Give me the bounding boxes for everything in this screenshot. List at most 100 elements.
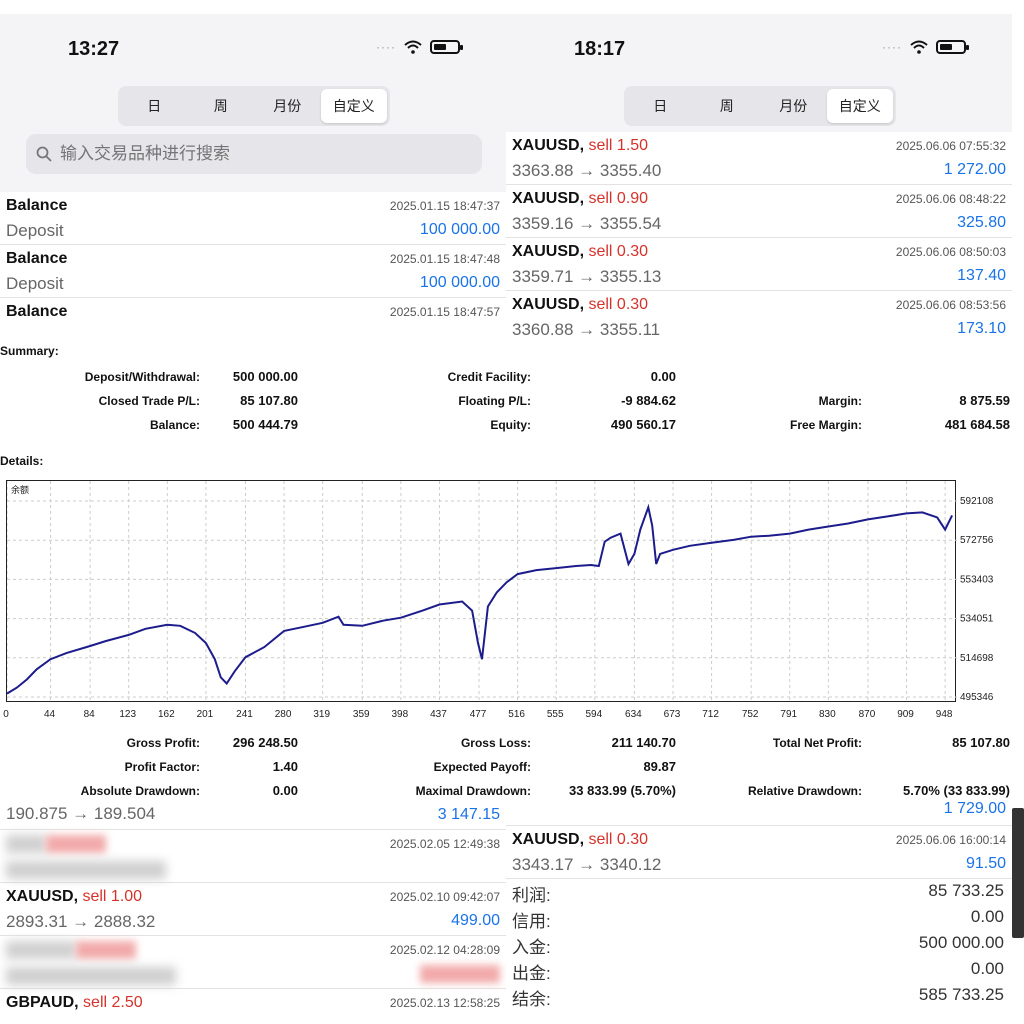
status-bar: 13:27 ···· <box>0 14 506 86</box>
list-item[interactable]: XAUUSD, sell 1.50 3363.88 → 3355.40 2025… <box>506 132 1012 185</box>
tab-week[interactable]: 周 <box>694 89 761 123</box>
left-phone-panel: 13:27 ···· 日 周 月份 自定义 Balance Deposit 20… <box>0 14 506 344</box>
list-item[interactable]: Balance 2025.01.15 18:47:57 <box>0 298 506 344</box>
row-time: 2025.02.10 09:42:07 <box>389 890 500 904</box>
status-icons: ···· <box>882 40 969 54</box>
bottom-right-panel: 1 729.00 XAUUSD, sell 0.30 3343.17 → 334… <box>506 800 1012 1024</box>
x-tick-label: 752 <box>742 709 759 720</box>
x-tick-label: 516 <box>508 709 525 720</box>
list-item[interactable]: 190.875 → 189.504 3 147.15 <box>0 800 506 830</box>
deal-list: XAUUSD, sell 1.50 3363.88 → 3355.40 2025… <box>506 132 1012 344</box>
row-time: 2025.01.15 18:47:48 <box>389 252 500 266</box>
signal-icon: ···· <box>376 40 396 54</box>
row-value: 100 000.00 <box>419 274 500 291</box>
row-prices-blurred <box>6 859 166 879</box>
tab-week[interactable]: 周 <box>188 89 255 123</box>
row-value: 173.10 <box>957 320 1006 337</box>
closed-trade-pl-label: Closed Trade P/L: <box>98 394 200 408</box>
list-item[interactable]: 2025.02.05 12:49:38 <box>0 830 506 883</box>
row-title: XAUUSD, sell 1.00 <box>6 888 142 906</box>
scrollbar[interactable] <box>1012 808 1024 938</box>
x-tick-label: 280 <box>275 709 292 720</box>
row-symbol: XAUUSD, <box>512 243 585 260</box>
list-item[interactable]: XAUUSD, sell 0.90 3359.16 → 3355.54 2025… <box>506 185 1012 238</box>
summary-label: 结余: <box>512 990 551 1009</box>
x-tick-label: 241 <box>236 709 253 720</box>
summary-value: 0.00 <box>970 907 1004 926</box>
wifi-icon <box>910 40 928 54</box>
margin-label: Margin: <box>818 394 862 408</box>
list-item[interactable]: XAUUSD, sell 0.30 3359.71 → 3355.13 2025… <box>506 238 1012 291</box>
x-tick-label: 162 <box>158 709 175 720</box>
row-title: XAUUSD, sell 0.30 <box>512 296 648 314</box>
row-side: sell 1.00 <box>82 888 143 905</box>
x-tick-label: 477 <box>470 709 487 720</box>
tab-custom[interactable]: 自定义 <box>826 89 893 123</box>
deposit-withdrawal-value: 500 000.00 <box>232 369 298 384</box>
gross-loss-label: Gross Loss: <box>460 736 531 750</box>
status-time: 18:17 <box>574 38 626 60</box>
row-side: sell 2.50 <box>83 994 143 1011</box>
row-subtitle: Deposit <box>6 274 64 293</box>
floating-pl-label: Floating P/L: <box>458 394 531 408</box>
profit-factor-label: Profit Factor: <box>124 760 200 774</box>
x-tick-label: 437 <box>430 709 447 720</box>
period-segmented-control: 日 周 月份 自定义 <box>624 86 896 126</box>
profit-factor-value: 1.40 <box>272 759 298 774</box>
list-item[interactable]: 1 729.00 <box>506 800 1012 826</box>
list-item[interactable]: XAUUSD, sell 0.30 3343.17 → 3340.12 2025… <box>506 826 1012 879</box>
list-item[interactable]: XAUUSD, sell 0.30 3360.88 → 3355.11 2025… <box>506 291 1012 344</box>
row-prices: 2893.31 → 2888.32 <box>6 912 156 931</box>
credit-facility-label: Credit Facility: <box>447 370 531 384</box>
tab-day[interactable]: 日 <box>627 89 694 123</box>
row-title: GBPAUD, sell 2.50 <box>6 994 143 1012</box>
summary-value: 0.00 <box>970 959 1004 978</box>
tab-day[interactable]: 日 <box>121 89 188 123</box>
x-tick-label: 44 <box>44 709 56 720</box>
gross-loss-value: 211 140.70 <box>611 735 676 750</box>
search-icon <box>36 146 52 162</box>
x-tick-label: 555 <box>547 709 564 720</box>
row-value: 91.50 <box>965 855 1006 872</box>
free-margin-label: Free Margin: <box>789 418 862 432</box>
search-input[interactable] <box>60 144 460 164</box>
row-subtitle: Deposit <box>6 221 64 240</box>
x-tick-label: 319 <box>313 709 330 720</box>
x-tick-label: 398 <box>392 709 409 720</box>
maximal-drawdown-label: Maximal Drawdown: <box>415 784 531 798</box>
row-time: 2025.06.06 08:50:03 <box>895 245 1006 259</box>
list-item[interactable]: 2025.02.12 04:28:09 <box>0 936 506 989</box>
tab-custom[interactable]: 自定义 <box>320 89 387 123</box>
list-item[interactable]: Balance Deposit 2025.01.15 18:47:48 100 … <box>0 245 506 298</box>
row-symbol: XAUUSD, <box>6 888 79 905</box>
summary-row-balance: 结余: 585 733.25 <box>506 983 1012 1009</box>
row-title-blurred <box>6 835 106 853</box>
row-value: 3 147.15 <box>437 806 500 823</box>
row-title-blurred <box>6 941 136 959</box>
closed-trade-pl-value: 85 107.80 <box>240 393 298 408</box>
search-bar[interactable] <box>26 134 482 174</box>
row-side: sell 1.50 <box>588 137 649 154</box>
x-tick-label: 870 <box>859 709 876 720</box>
x-tick-label: 123 <box>119 709 136 720</box>
list-item[interactable]: XAUUSD, sell 1.00 2893.31 → 2888.32 2025… <box>0 883 506 936</box>
row-title: Balance <box>6 250 68 267</box>
list-item[interactable]: GBPAUD, sell 2.50 2025.02.13 12:58:25 <box>0 989 506 1024</box>
row-side: sell 0.30 <box>588 831 649 848</box>
account-report: Summary: Deposit/Withdrawal: 500 000.00 … <box>0 340 1024 800</box>
status-icons: ···· <box>376 40 463 54</box>
tab-month[interactable]: 月份 <box>254 89 321 123</box>
row-time: 2025.06.06 08:53:56 <box>895 298 1006 312</box>
list-item[interactable]: Balance Deposit 2025.01.15 18:47:37 100 … <box>0 192 506 245</box>
summary-value: 585 733.25 <box>918 985 1004 1004</box>
tab-month[interactable]: 月份 <box>760 89 827 123</box>
row-time: 2025.06.06 07:55:32 <box>895 139 1006 153</box>
margin-value: 8 875.59 <box>959 393 1010 408</box>
details-heading: Details: <box>0 454 44 468</box>
row-value: 100 000.00 <box>419 221 500 238</box>
row-side: sell 0.30 <box>588 243 649 260</box>
summary-row-withdrawal: 出金: 0.00 <box>506 957 1012 983</box>
row-symbol: XAUUSD, <box>512 296 585 313</box>
x-tick-label: 359 <box>353 709 370 720</box>
y-tick-label: 495346 <box>960 692 994 703</box>
